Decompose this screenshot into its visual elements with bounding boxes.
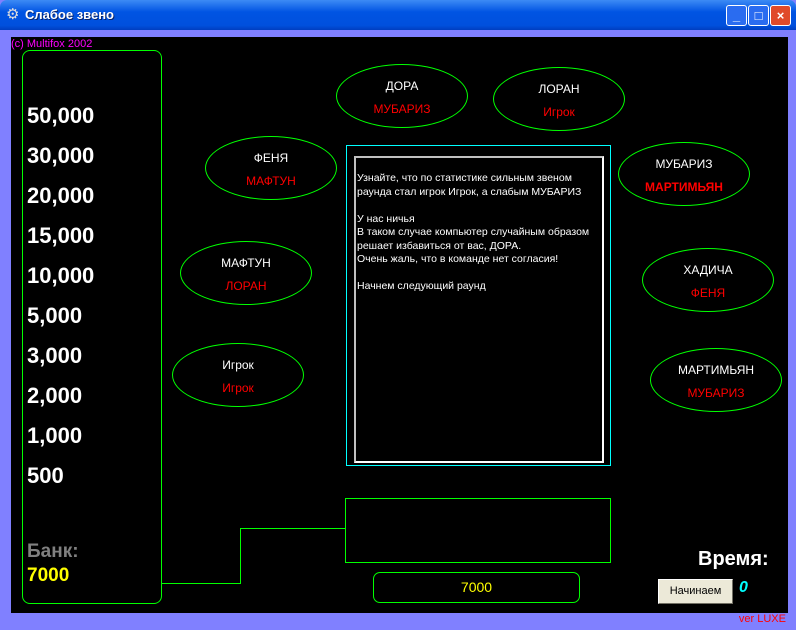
money-step: 30,000 <box>27 143 95 168</box>
connector-line <box>161 583 241 584</box>
player-vote: МАРТИМЬЯН <box>645 180 723 194</box>
player-loran[interactable]: ЛОРАН Игрок <box>493 67 625 131</box>
window-title: Слабое звено <box>25 7 114 22</box>
money-step: 1,000 <box>27 423 83 448</box>
player-igrok[interactable]: Игрок Игрок <box>172 343 304 407</box>
maximize-button[interactable]: □ <box>748 5 769 26</box>
player-name: ДОРА <box>385 79 419 93</box>
player-vote: МАФТУН <box>246 174 296 188</box>
player-vote: Игрок <box>543 105 575 119</box>
round-bank-display: 7000 <box>373 572 580 603</box>
bank-value: 7000 <box>27 565 70 586</box>
player-vote: ФЕНЯ <box>690 286 726 300</box>
player-dora[interactable]: ДОРА МУБАРИЗ <box>336 64 468 128</box>
money-step: 15,000 <box>27 223 95 248</box>
player-name: ФЕНЯ <box>253 151 289 165</box>
player-name: МАФТУН <box>221 256 271 270</box>
player-fenya[interactable]: ФЕНЯ МАФТУН <box>205 136 337 200</box>
money-step: 500 <box>27 463 64 488</box>
player-khadicha[interactable]: ХАДИЧА ФЕНЯ <box>642 248 774 312</box>
copyright: (c) Multifox 2002 <box>11 38 93 50</box>
money-step: 2,000 <box>27 383 83 408</box>
gear-icon: ⚙ <box>6 6 20 23</box>
money-step: 5,000 <box>27 303 83 328</box>
connector-line <box>240 528 345 529</box>
player-mubariz[interactable]: МУБАРИЗ МАРТИМЬЯН <box>618 142 750 206</box>
money-step: 50,000 <box>27 103 95 128</box>
money-step: 3,000 <box>27 343 83 368</box>
timer-value: 0 <box>739 579 748 596</box>
close-button[interactable]: × <box>770 5 791 26</box>
player-vote: Игрок <box>222 381 254 395</box>
player-maftun[interactable]: МАФТУН ЛОРАН <box>180 241 312 305</box>
money-step: 20,000 <box>27 183 95 208</box>
player-martimyan[interactable]: МАРТИМЬЯН МУБАРИЗ <box>650 348 782 412</box>
time-label: Время: <box>698 548 769 570</box>
player-vote: МУБАРИЗ <box>687 386 745 400</box>
minimize-button[interactable]: _ <box>726 5 747 26</box>
money-step: 10,000 <box>27 263 95 288</box>
bank-label: Банк: <box>27 541 79 562</box>
message-text: Узнайте, что по статистике сильным звено… <box>357 172 590 292</box>
answer-box <box>345 498 611 563</box>
player-vote: ЛОРАН <box>225 279 267 293</box>
player-vote: МУБАРИЗ <box>373 102 431 116</box>
version-name: LUXE <box>757 613 786 625</box>
connector-line <box>240 528 241 584</box>
player-name: МАРТИМЬЯН <box>677 363 755 377</box>
version-label: ver LUXE <box>739 613 786 625</box>
start-button[interactable]: Начинаем <box>658 579 733 604</box>
player-name: ХАДИЧА <box>683 263 733 277</box>
player-name: Игрок <box>222 358 254 372</box>
version-prefix: ver <box>738 613 758 625</box>
player-name: ЛОРАН <box>538 82 580 96</box>
player-name: МУБАРИЗ <box>655 157 713 171</box>
title-bar[interactable]: ⚙ Слабое звено _ □ × <box>0 0 796 30</box>
